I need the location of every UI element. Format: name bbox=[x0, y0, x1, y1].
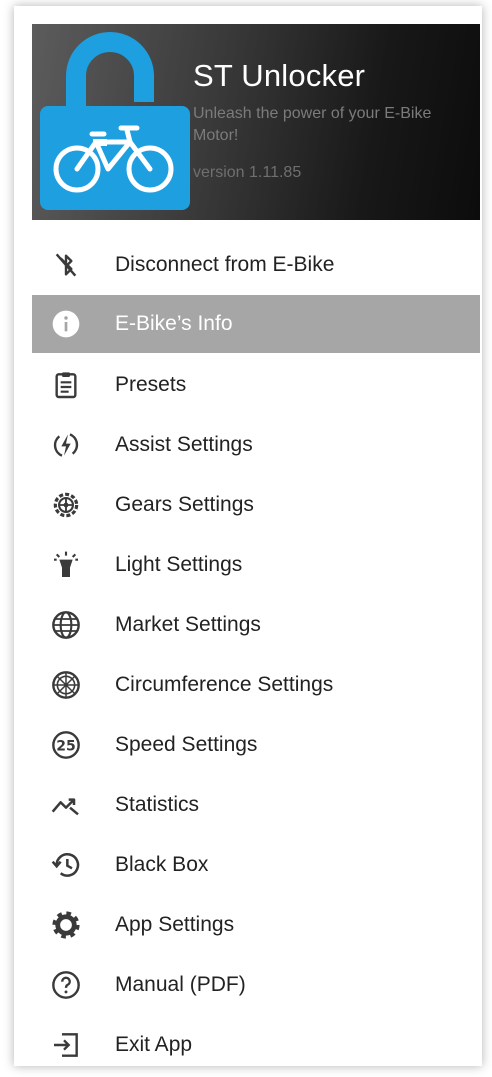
menu-item-label: App Settings bbox=[115, 913, 235, 936]
menu-item-app-settings[interactable]: App Settings bbox=[32, 895, 480, 955]
menu-item-label: Gears Settings bbox=[115, 493, 254, 516]
bluetooth-disabled-icon bbox=[48, 247, 84, 283]
speed-25-icon: 25 bbox=[48, 727, 84, 763]
menu-item-disconnect[interactable]: Disconnect from E-Bike bbox=[32, 235, 480, 295]
drawer-header: ST Unlocker Unleash the power of your E-… bbox=[32, 24, 480, 220]
app-title: ST Unlocker bbox=[193, 58, 366, 93]
cog-icon bbox=[48, 907, 84, 943]
menu-item-manual-pdf[interactable]: Manual (PDF) bbox=[32, 955, 480, 1015]
menu-item-presets[interactable]: Presets bbox=[32, 355, 480, 415]
menu-item-label: Exit App bbox=[115, 1033, 193, 1056]
menu-item-label: Presets bbox=[115, 373, 187, 396]
navigation-menu: Disconnect from E-Bike E-Bike’s Info Pre… bbox=[32, 235, 480, 1075]
menu-item-label: Market Settings bbox=[115, 613, 261, 636]
app-tagline: Unleash the power of your E-Bike Motor! bbox=[193, 105, 432, 144]
clipboard-icon bbox=[48, 367, 84, 403]
menu-item-black-box[interactable]: Black Box bbox=[32, 835, 480, 895]
menu-item-label: Black Box bbox=[115, 853, 209, 876]
exit-icon bbox=[48, 1027, 84, 1063]
trending-icon bbox=[48, 787, 84, 823]
menu-item-label: Disconnect from E-Bike bbox=[115, 253, 335, 276]
menu-item-label: Circumference Settings bbox=[115, 673, 334, 696]
menu-item-label: Statistics bbox=[115, 793, 200, 816]
menu-item-market-settings[interactable]: Market Settings bbox=[32, 595, 480, 655]
menu-item-assist-settings[interactable]: Assist Settings bbox=[32, 415, 480, 475]
menu-item-label: E-Bike’s Info bbox=[115, 312, 233, 335]
info-icon bbox=[48, 306, 84, 342]
menu-item-label: Manual (PDF) bbox=[115, 973, 246, 996]
app-version: version 1.11.85 bbox=[193, 164, 302, 181]
menu-item-label: Assist Settings bbox=[115, 433, 253, 456]
unlock-bike-logo-icon bbox=[40, 32, 190, 210]
menu-item-speed-settings[interactable]: 25 Speed Settings bbox=[32, 715, 480, 775]
lightning-circle-icon bbox=[48, 427, 84, 463]
menu-item-label: Light Settings bbox=[115, 553, 243, 576]
menu-item-gears-settings[interactable]: Gears Settings bbox=[32, 475, 480, 535]
globe-icon bbox=[48, 607, 84, 643]
help-circle-icon bbox=[48, 967, 84, 1003]
menu-item-light-settings[interactable]: Light Settings bbox=[32, 535, 480, 595]
history-icon bbox=[48, 847, 84, 883]
svg-text:25: 25 bbox=[56, 738, 75, 754]
wheel-icon bbox=[48, 667, 84, 703]
menu-item-label: Speed Settings bbox=[115, 733, 258, 756]
menu-item-ebike-info[interactable]: E-Bike’s Info bbox=[32, 295, 480, 353]
menu-item-circumference-settings[interactable]: Circumference Settings bbox=[32, 655, 480, 715]
menu-item-statistics[interactable]: Statistics bbox=[32, 775, 480, 835]
gear-wheel-icon bbox=[48, 487, 84, 523]
menu-item-exit-app[interactable]: Exit App bbox=[32, 1015, 480, 1075]
lamp-icon bbox=[48, 547, 84, 583]
